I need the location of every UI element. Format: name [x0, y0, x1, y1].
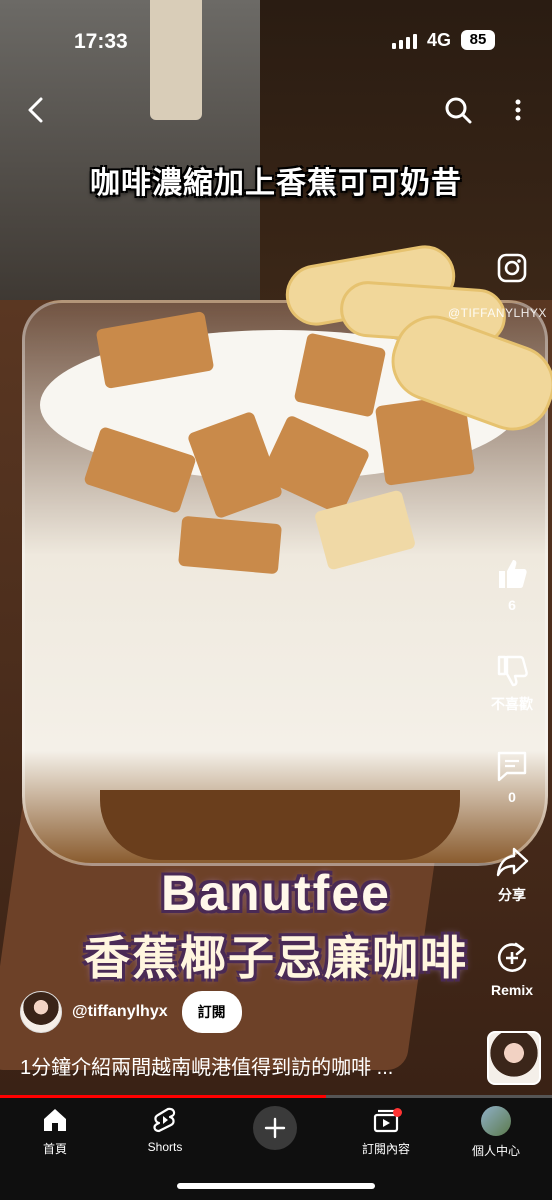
sound-thumbnail[interactable]: [487, 1031, 541, 1085]
like-button[interactable]: 6: [482, 557, 542, 613]
create-button[interactable]: [253, 1106, 297, 1150]
video-headline: 咖啡濃縮加上香蕉可可奶昔: [90, 167, 462, 200]
video-caption-title: Banutfee: [161, 865, 391, 921]
thumbs-up-icon: [499, 560, 527, 588]
remix-icon: [497, 942, 527, 972]
search-button[interactable]: [438, 90, 478, 130]
channel-avatar[interactable]: [20, 991, 62, 1033]
battery-icon: 85: [461, 30, 495, 50]
channel-row: @tiffanylhyx 訂閱: [20, 991, 242, 1033]
comment-icon: [497, 751, 527, 782]
share-button[interactable]: 分享: [482, 845, 542, 905]
instagram-button[interactable]: [482, 253, 542, 289]
remix-label: Remix: [490, 982, 534, 998]
video-title[interactable]: 1分鐘介紹兩間越南峴港值得到訪的咖啡 ...: [20, 1051, 470, 1080]
remix-button[interactable]: Remix: [482, 940, 542, 998]
channel-handle[interactable]: @tiffanylhyx: [72, 1003, 168, 1021]
back-arrow-icon: [28, 97, 43, 123]
like-count: 6: [508, 597, 516, 613]
video-watermark: @TIFFANYLHYX: [448, 306, 547, 320]
search-icon: [445, 97, 472, 124]
nav-home[interactable]: 首頁: [10, 1106, 100, 1157]
more-vertical-icon: [515, 99, 521, 121]
dislike-label: 不喜歡: [491, 696, 533, 712]
shorts-icon: [153, 1107, 176, 1133]
home-indicator[interactable]: [177, 1183, 375, 1189]
more-options-button[interactable]: [498, 90, 538, 130]
nav-subscriptions[interactable]: 訂閱內容: [341, 1106, 431, 1157]
home-icon: [44, 1109, 66, 1131]
status-time: 17:33: [74, 30, 128, 53]
nav-profile[interactable]: 個人中心: [451, 1106, 541, 1159]
nav-subscriptions-label: 訂閱內容: [361, 1142, 410, 1156]
video-caption-subtitle: 香蕉椰子忌廉咖啡: [84, 932, 468, 984]
dislike-button[interactable]: 不喜歡: [482, 654, 542, 714]
instagram-icon: [497, 253, 527, 283]
nav-shorts-label: Shorts: [147, 1140, 183, 1154]
thumbs-down-icon: [497, 655, 528, 687]
network-type: 4G: [427, 30, 452, 50]
plus-icon: [264, 1117, 286, 1139]
nav-shorts[interactable]: Shorts: [120, 1106, 210, 1154]
share-label: 分享: [498, 887, 526, 903]
subscribe-button[interactable]: 訂閱: [181, 991, 242, 1033]
coconut-chip: [178, 515, 282, 575]
nav-home-label: 首頁: [42, 1142, 67, 1156]
signal-icon: [392, 34, 417, 49]
comments-button[interactable]: 0: [482, 749, 542, 805]
notification-dot: [393, 1108, 402, 1117]
coffee-layer: [100, 790, 460, 860]
back-button[interactable]: [16, 90, 56, 130]
nav-profile-label: 個人中心: [471, 1144, 520, 1158]
share-icon: [496, 847, 529, 877]
status-bar: 17:33 4G 85: [0, 0, 552, 80]
profile-avatar-icon: [481, 1106, 511, 1136]
comment-count: 0: [508, 789, 516, 805]
